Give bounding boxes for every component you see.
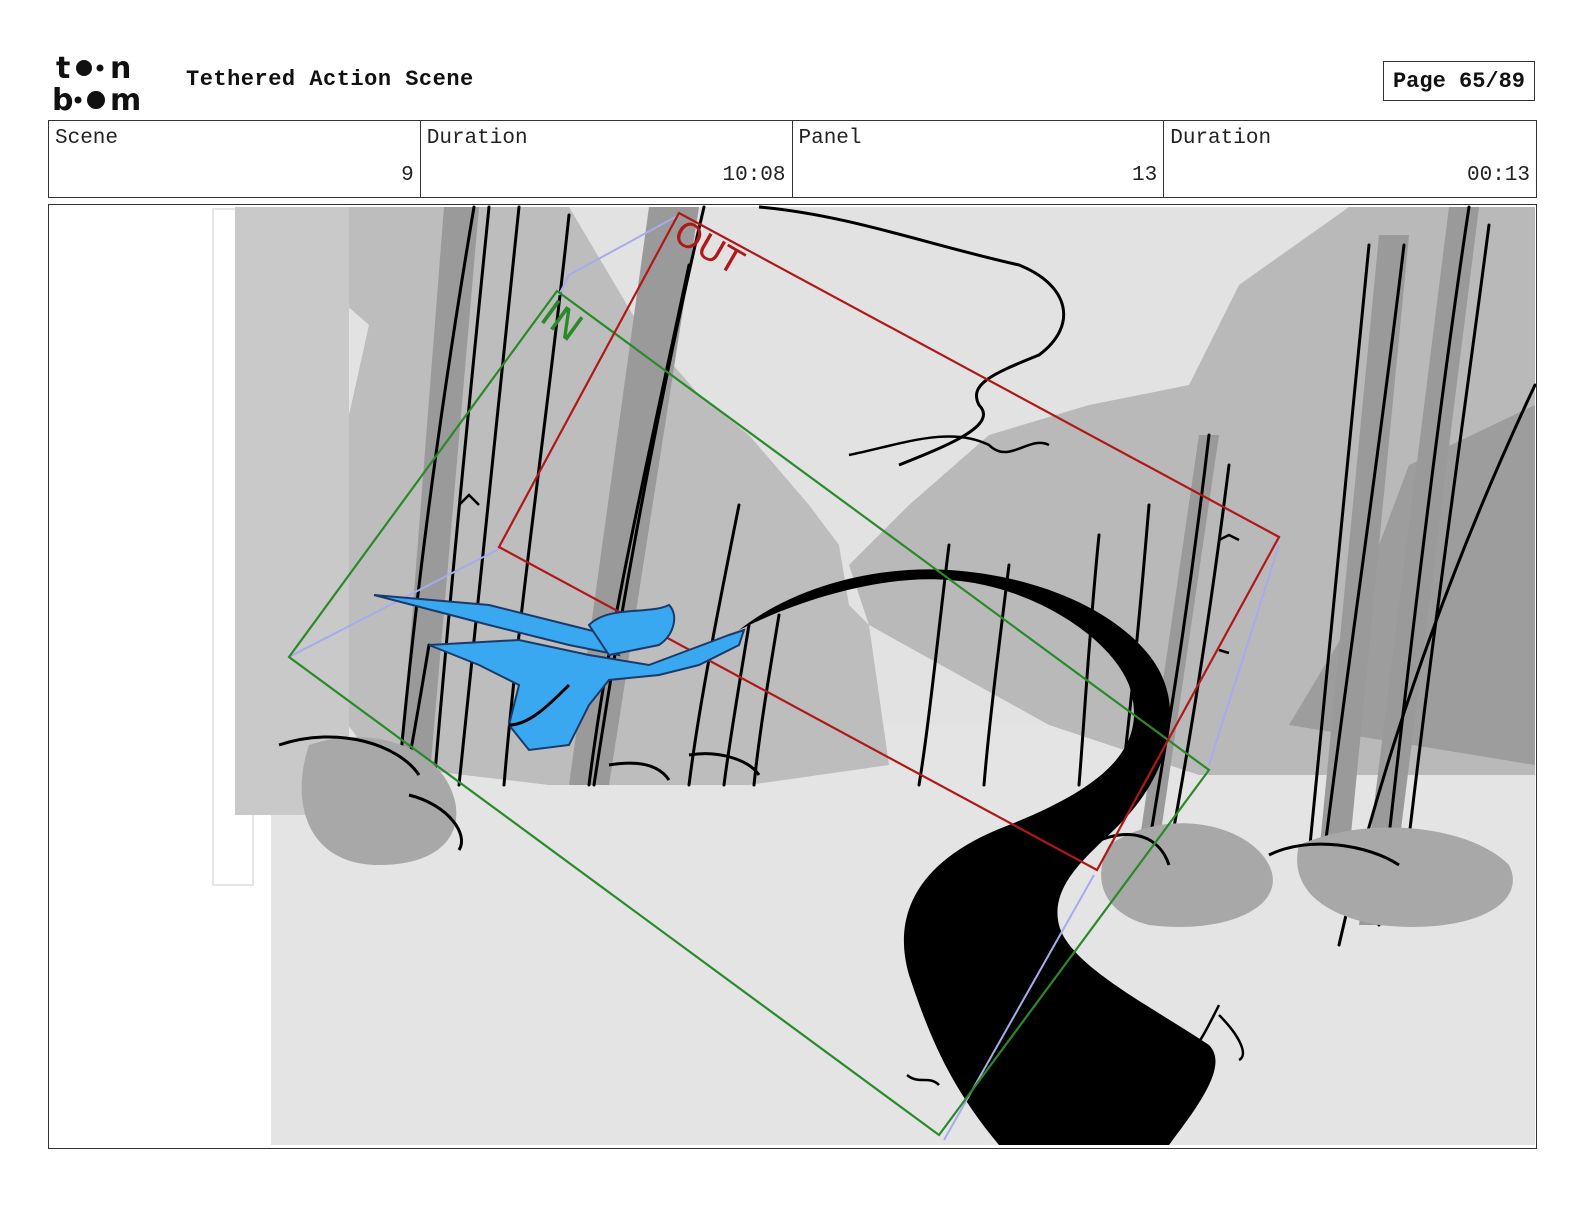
svg-text:m: m (110, 83, 141, 114)
panel-drawing: IN OUT (212, 205, 1536, 1145)
scene-duration-cell: Duration 10:08 (421, 121, 793, 197)
svg-text:n: n (110, 51, 131, 86)
page-number: 65/89 (1459, 68, 1526, 94)
page-indicator: Page 65/89 (1383, 61, 1535, 101)
panel-label: Panel (798, 127, 862, 150)
scene-cell: Scene 9 (49, 121, 421, 197)
toon-boom-logo: t n b m (50, 50, 166, 114)
forest-edge-left (235, 207, 349, 815)
panel-duration-label: Duration (1170, 127, 1272, 150)
scene-duration-value: 10:08 (722, 164, 786, 187)
project-title: Tethered Action Scene (186, 67, 474, 92)
scene-info-table: Scene 9 Duration 10:08 Panel 13 Duration… (48, 120, 1537, 198)
page-label: Page (1392, 68, 1446, 94)
storyboard-panel: IN OUT (48, 204, 1537, 1149)
svg-text:b: b (52, 83, 73, 114)
scene-value: 9 (401, 164, 414, 187)
svg-text:t: t (56, 51, 70, 86)
panel-duration-value: 00:13 (1466, 164, 1530, 187)
scene-label: Scene (55, 127, 119, 150)
panel-value: 13 (1132, 164, 1158, 187)
scene-duration-label: Duration (426, 127, 528, 150)
panel-duration-cell: Duration 00:13 (1164, 121, 1536, 197)
panel-cell: Panel 13 (793, 121, 1165, 197)
